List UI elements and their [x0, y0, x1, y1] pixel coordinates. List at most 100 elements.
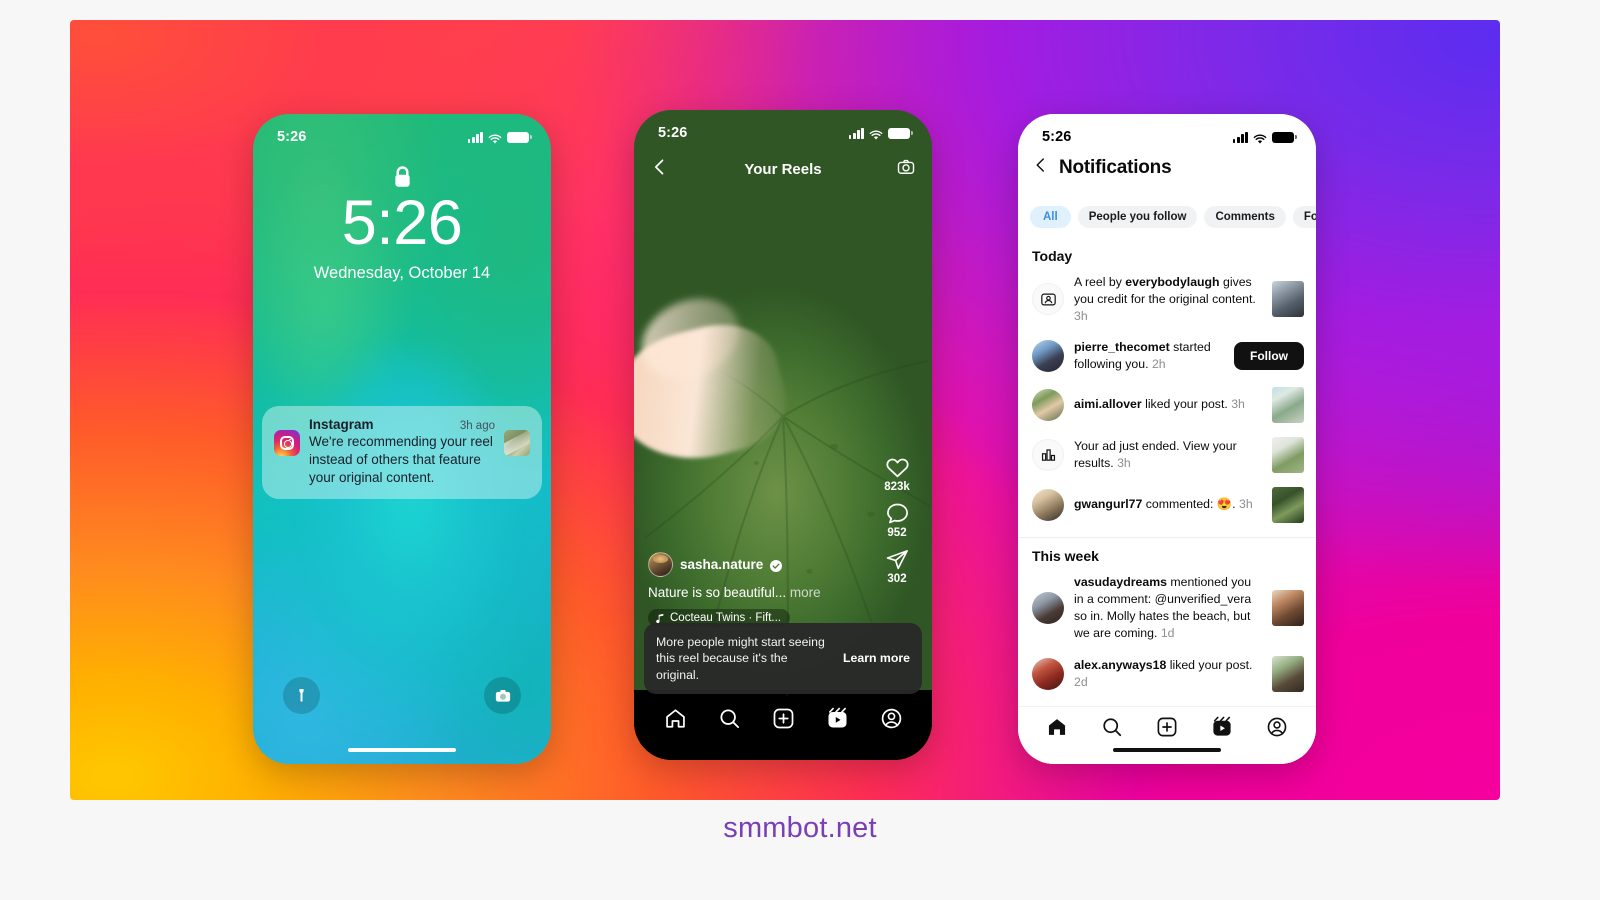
share-button[interactable]: 302 [885, 548, 910, 585]
reels-action-rail: 823k 952 302 [874, 456, 920, 585]
lockscreen-screen: 5:26 5:26 Wednesday, October 14 Instagra… [253, 114, 551, 764]
original-content-banner[interactable]: More people might start seeing this reel… [644, 622, 922, 694]
search-icon [719, 709, 739, 729]
actor-username[interactable]: alex.anyways18 [1074, 658, 1166, 672]
phone-lockscreen: 5:26 5:26 Wednesday, October 14 Instagra… [253, 114, 551, 764]
notification-text: A reel by everybodylaugh gives you credi… [1074, 274, 1262, 325]
nav-profile-button[interactable] [1266, 716, 1288, 743]
notification-text: vasudaydreams mentioned you in a comment… [1074, 574, 1262, 642]
camera-icon [897, 159, 915, 174]
notifications-screen: 5:26 Notifications All People you follow… [1018, 114, 1316, 764]
filter-pill-follows[interactable]: Follows [1292, 206, 1316, 228]
reel-credit-icon [1032, 283, 1064, 316]
nav-create-button[interactable] [1156, 716, 1178, 743]
comment-button[interactable]: 952 [885, 502, 910, 539]
notification-row[interactable]: Your ad just ended. View your results. 3… [1018, 430, 1316, 480]
cellular-signal-icon [1232, 131, 1248, 143]
phone-notifications: 5:26 Notifications All People you follow… [1018, 114, 1316, 764]
status-time: 5:26 [277, 129, 307, 145]
notifications-list[interactable]: Today A reel by everybodylaugh gives you… [1018, 240, 1316, 702]
status-icons [848, 127, 913, 140]
post-thumbnail[interactable] [1272, 486, 1304, 523]
camera-button[interactable] [484, 677, 521, 714]
nav-profile-button[interactable] [880, 707, 903, 735]
filter-pill-all[interactable]: All [1030, 206, 1071, 228]
avatar[interactable] [1032, 388, 1064, 421]
status-icons [1232, 131, 1297, 144]
actor-username[interactable]: vasudaydreams [1074, 575, 1167, 589]
post-thumbnail[interactable] [1272, 589, 1304, 626]
notification-row[interactable]: A reel by everybodylaugh gives you credi… [1018, 267, 1316, 332]
filter-pill-people-you-follow[interactable]: People you follow [1077, 206, 1198, 228]
nav-home-button[interactable] [664, 707, 687, 735]
avatar[interactable] [1032, 591, 1064, 624]
site-brand: smmbot.net [723, 812, 877, 844]
home-indicator[interactable] [1113, 747, 1221, 752]
notification-row[interactable]: vasudaydreams mentioned you in a comment… [1018, 567, 1316, 649]
text-suffix: Your ad just ended. View your results. [1074, 438, 1237, 470]
cellular-signal-icon [467, 131, 483, 143]
nav-search-button[interactable] [718, 707, 741, 735]
avatar[interactable] [1032, 488, 1064, 521]
actor-username[interactable]: gwangurl77 [1074, 497, 1142, 511]
notification-row[interactable]: aimi.allover liked your post. 3h [1018, 380, 1316, 430]
nav-reels-button[interactable] [1211, 716, 1233, 743]
back-button[interactable] [1032, 156, 1050, 179]
caption-body: Nature is so beautiful... [648, 585, 787, 600]
notification-row[interactable]: alex.anyways18 liked your post. 2d [1018, 649, 1316, 699]
post-thumbnail[interactable] [1272, 386, 1304, 423]
filter-pill-comments[interactable]: Comments [1204, 206, 1286, 228]
notification-time: 3h ago [459, 420, 495, 432]
section-heading-today: Today [1032, 248, 1073, 264]
avatar[interactable] [1032, 657, 1064, 690]
lockscreen-status-bar: 5:26 [253, 114, 551, 152]
status-time: 5:26 [658, 125, 688, 141]
status-icons [467, 131, 532, 144]
reels-title: Your Reels [744, 160, 822, 178]
notification-filter-pills: All People you follow Comments Follows [1030, 206, 1316, 228]
reel-username: sasha.nature [680, 557, 764, 572]
notification-text: aimi.allover liked your post. 3h [1074, 396, 1262, 413]
notification-row[interactable]: gwangurl77 commented: 😍. 3h [1018, 480, 1316, 530]
search-icon [1103, 718, 1122, 737]
flashlight-button[interactable] [283, 677, 320, 714]
post-thumbnail[interactable] [1272, 436, 1304, 473]
lockscreen-quick-actions [253, 677, 551, 714]
actor-username[interactable]: pierre_thecomet [1074, 340, 1170, 354]
bar-chart-icon [1032, 438, 1064, 471]
share-count: 302 [887, 573, 907, 585]
heart-icon [885, 458, 909, 478]
avatar[interactable] [1032, 339, 1064, 372]
notification-text: alex.anyways18 liked your post. 2d [1074, 657, 1262, 691]
comment-count: 952 [887, 527, 907, 539]
reel-author[interactable]: sasha.nature [648, 552, 870, 577]
profile-icon [881, 708, 901, 729]
learn-more-link[interactable]: Learn more [843, 651, 910, 665]
home-indicator[interactable] [348, 747, 456, 752]
wifi-icon [1253, 132, 1267, 144]
follow-button[interactable]: Follow [1234, 341, 1304, 370]
back-button[interactable] [650, 157, 670, 182]
page-root: 5:26 5:26 Wednesday, October 14 Instagra… [0, 0, 1600, 900]
nav-create-button[interactable] [772, 707, 795, 735]
reels-bottom-nav [634, 696, 932, 760]
like-button[interactable]: 823k [884, 456, 910, 493]
music-note-icon [656, 613, 664, 623]
actor-username[interactable]: everybodylaugh [1125, 275, 1219, 289]
notification-row[interactable]: pierre_thecomet started following you. 2… [1018, 332, 1316, 380]
comment-icon [886, 503, 908, 524]
nav-search-button[interactable] [1101, 716, 1123, 743]
caption-more-link[interactable]: more [790, 585, 821, 600]
actor-username[interactable]: aimi.allover [1074, 397, 1142, 411]
nav-home-button[interactable] [1046, 716, 1068, 743]
notification-time: 3h [1074, 308, 1088, 323]
wifi-icon [488, 132, 502, 144]
camera-button[interactable] [896, 157, 916, 182]
nav-reels-button[interactable] [826, 707, 849, 735]
lockscreen-notification-banner[interactable]: Instagram 3h ago We're recommending your… [262, 406, 542, 499]
post-thumbnail[interactable] [1272, 655, 1304, 692]
post-thumbnail[interactable] [1272, 281, 1304, 318]
reel-caption-text: Nature is so beautiful... more [648, 585, 870, 600]
notification-header: Instagram 3h ago [309, 417, 495, 432]
notification-time: 3h [1231, 397, 1245, 412]
